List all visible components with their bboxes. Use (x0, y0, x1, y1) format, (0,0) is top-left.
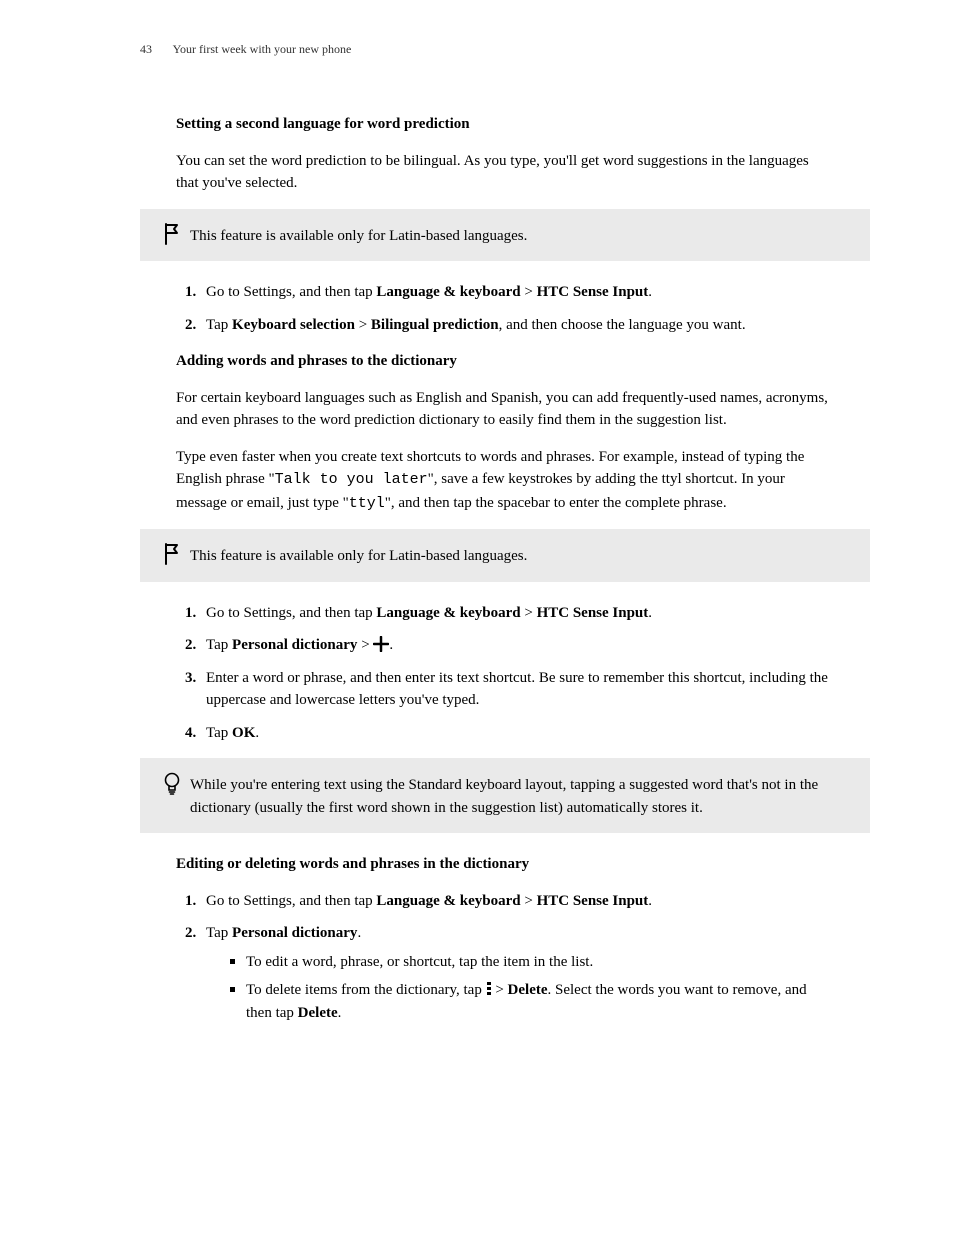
sub-item: To edit a word, phrase, or shortcut, tap… (224, 951, 834, 974)
step-item: Go to Settings, and then tap Language & … (200, 602, 834, 625)
plus-icon (373, 636, 389, 652)
page-header: 43 Your first week with your new phone (140, 40, 834, 58)
step-item: Tap OK. (200, 722, 834, 745)
page-number: 43 (140, 42, 152, 56)
heading-second-language: Setting a second language for word predi… (176, 113, 834, 136)
paragraph: Type even faster when you create text sh… (176, 446, 834, 516)
callout-text: While you're entering text using the Sta… (190, 772, 856, 819)
lightbulb-icon (163, 772, 181, 796)
chapter-title: Your first week with your new phone (173, 42, 352, 56)
heading-adding-words: Adding words and phrases to the dictiona… (176, 350, 834, 373)
sub-item: To delete items from the dictionary, tap… (224, 979, 834, 1024)
heading-editing-deleting: Editing or deleting words and phrases in… (176, 853, 834, 876)
code-text: ttyl (349, 495, 385, 512)
code-text: Talk to you later (275, 471, 428, 488)
callout-note: This feature is available only for Latin… (140, 529, 870, 582)
callout-text: This feature is available only for Latin… (190, 223, 856, 248)
paragraph: You can set the word prediction to be bi… (176, 150, 834, 195)
flag-icon (163, 543, 181, 565)
sub-list: To edit a word, phrase, or shortcut, tap… (224, 951, 834, 1025)
steps-list: Go to Settings, and then tap Language & … (176, 281, 834, 336)
flag-icon (163, 223, 181, 245)
callout-text: This feature is available only for Latin… (190, 543, 856, 568)
step-item: Tap Keyboard selection > Bilingual predi… (200, 314, 834, 337)
callout-tip: While you're entering text using the Sta… (140, 758, 870, 833)
step-item: Tap Personal dictionary > . (200, 634, 834, 657)
callout-note: This feature is available only for Latin… (140, 209, 870, 262)
step-item: Enter a word or phrase, and then enter i… (200, 667, 834, 712)
steps-list: Go to Settings, and then tap Language & … (176, 890, 834, 1025)
step-item: Go to Settings, and then tap Language & … (200, 890, 834, 913)
steps-list: Go to Settings, and then tap Language & … (176, 602, 834, 745)
paragraph: For certain keyboard languages such as E… (176, 387, 834, 432)
step-item: Tap Personal dictionary. To edit a word,… (200, 922, 834, 1024)
step-item: Go to Settings, and then tap Language & … (200, 281, 834, 304)
